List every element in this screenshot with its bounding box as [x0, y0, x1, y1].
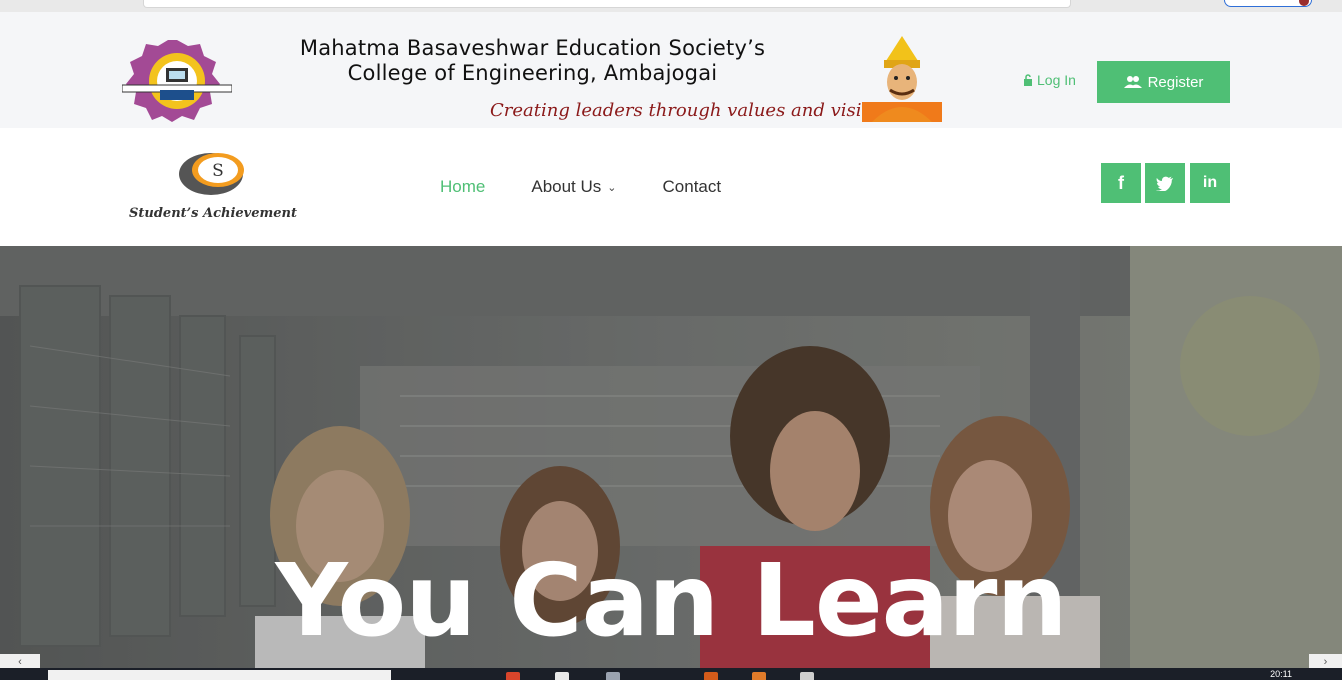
file-icon[interactable]: [555, 672, 569, 680]
linkedin-icon: in: [1202, 174, 1218, 191]
nav-about-us[interactable]: About Us ⌄: [531, 177, 616, 197]
taskbar-clock: 20:11: [1270, 669, 1292, 679]
chevron-right-icon: ›: [1323, 656, 1328, 668]
nav-home[interactable]: Home: [440, 177, 485, 197]
header-band: Mahatma Basaveshwar Education Society’s …: [0, 12, 1342, 128]
avatar: [1299, 0, 1309, 6]
pen-icon[interactable]: [606, 672, 620, 680]
hero-title: You Can Learn: [275, 542, 1067, 659]
login-label: Log In: [1037, 72, 1076, 88]
facebook-button[interactable]: f: [1101, 163, 1141, 203]
nav-contact[interactable]: Contact: [663, 177, 722, 197]
chevron-down-icon: ⌄: [607, 181, 617, 194]
nav-about-label: About Us: [531, 177, 602, 196]
main-nav: Home About Us ⌄ Contact: [440, 177, 767, 197]
lock-icon: [1024, 74, 1032, 86]
brand-name: Student’s Achievement: [128, 206, 297, 221]
taskbar-search[interactable]: [48, 670, 391, 680]
os-taskbar: 20:11: [0, 668, 1342, 680]
nav-contact-label: Contact: [662, 177, 722, 196]
college-logo: [122, 40, 232, 122]
twitter-button[interactable]: [1145, 163, 1185, 203]
profile-button[interactable]: [1224, 0, 1312, 7]
college-name-line1: Mahatma Basaveshwar Education Society’s: [299, 36, 766, 60]
address-bar[interactable]: [143, 0, 1071, 8]
founder-portrait: [862, 36, 942, 122]
app-icon[interactable]: [704, 672, 718, 680]
register-label: Register: [1147, 73, 1204, 91]
linkedin-button[interactable]: in: [1190, 163, 1230, 203]
college-tagline: Creating leaders through values and visi…: [490, 100, 902, 121]
powerpoint-icon[interactable]: [752, 672, 766, 680]
college-name: Mahatma Basaveshwar Education Society’s …: [260, 36, 805, 86]
chevron-left-icon: ‹: [18, 656, 22, 668]
facebook-icon: f: [1118, 172, 1124, 193]
hero-banner: You Can Learn ‹ ›: [0, 246, 1342, 670]
login-link[interactable]: Log In: [1023, 72, 1076, 88]
logo-letter: S: [212, 161, 224, 181]
site-logo[interactable]: S Student’s Achievement: [118, 150, 308, 228]
window-icon[interactable]: [800, 672, 814, 680]
users-icon: [1123, 76, 1142, 88]
chrome-icon[interactable]: [506, 672, 520, 680]
logo-mark: S: [179, 153, 244, 195]
navbar: S Student’s Achievement Home About Us ⌄ …: [0, 128, 1342, 246]
nav-home-label: Home: [440, 177, 486, 196]
college-name-line2: College of Engineering, Ambajogai: [347, 61, 718, 85]
register-button[interactable]: Register: [1097, 61, 1230, 103]
twitter-icon: [1156, 176, 1173, 191]
